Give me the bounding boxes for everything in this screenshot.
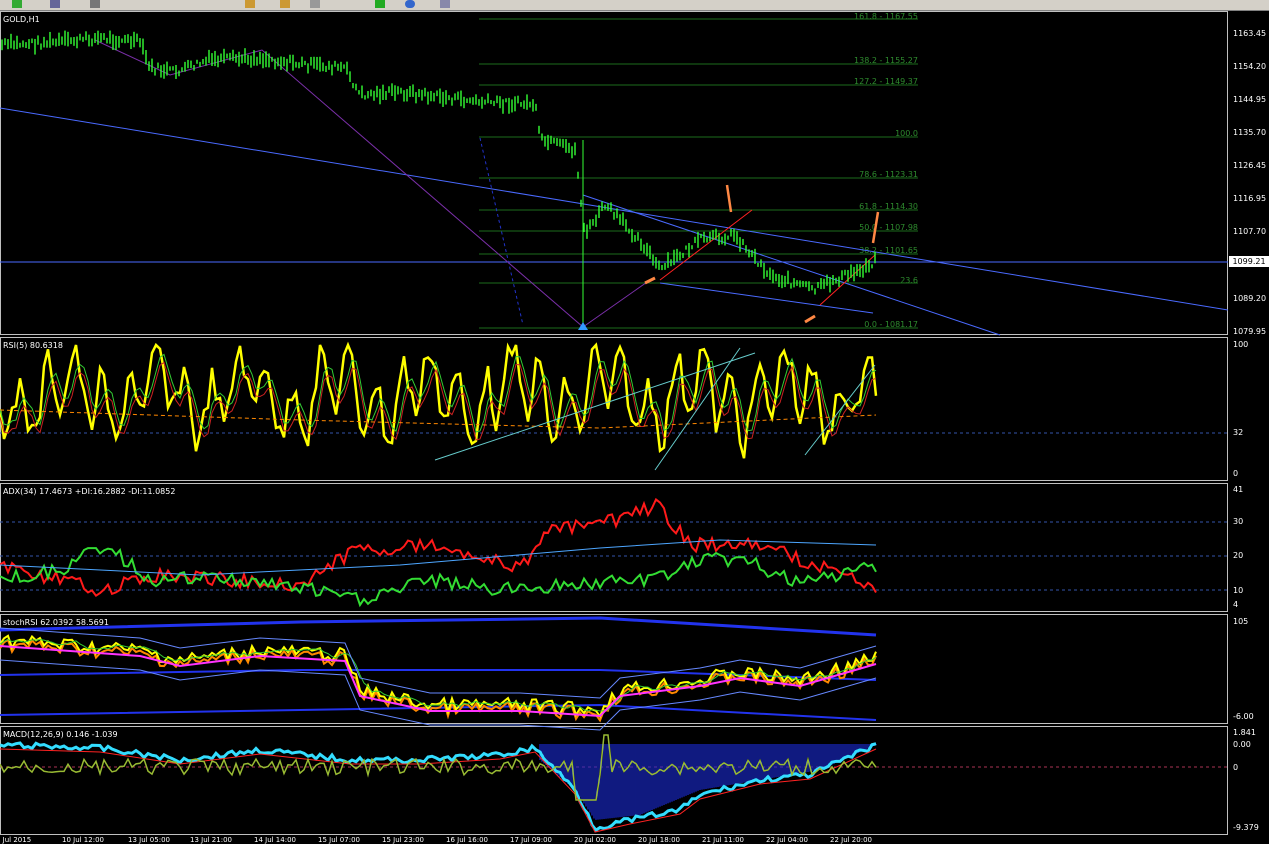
macd-scale-tick-label: 0 (1233, 763, 1239, 772)
signal-arrow (871, 211, 880, 244)
price-scale-tick-label: 1126.45 (1233, 161, 1267, 170)
adx-scale-tick-label: 20 (1233, 551, 1244, 560)
rsi-slow-line (0, 409, 877, 429)
adx-scale-tick-label: 4 (1233, 600, 1239, 609)
macd-scale: 1.841 0.00 0 -9.379 (1229, 726, 1269, 835)
trendline (582, 194, 1001, 336)
price-scale-tick-label: 1135.70 (1233, 128, 1267, 137)
adx-scale-tick-label: 30 (1233, 517, 1244, 526)
rsi-trendline (434, 352, 756, 461)
price-scale-tick-label: 1154.20 (1233, 62, 1267, 71)
time-axis-label: 20 Jul 18:00 (638, 836, 680, 844)
signal-up-arrow-icon (578, 322, 588, 330)
time-axis-label: 10 Jul 12:00 (62, 836, 104, 844)
time-axis-label: 20 Jul 02:00 (574, 836, 616, 844)
time-axis-label: 13 Jul 21:00 (190, 836, 232, 844)
price-scale-tick-label: 1107.70 (1233, 227, 1267, 236)
time-axis-label: 22 Jul 04:00 (766, 836, 808, 844)
time-axis-label: 15 Jul 07:00 (318, 836, 360, 844)
time-axis-label: 9 Jul 2015 (0, 836, 32, 844)
price-scale-tick-label: 1163.45 (1233, 29, 1267, 38)
chart-drawing-layer (0, 18, 1228, 833)
red-trendline (659, 209, 753, 281)
signal-arrow (644, 276, 656, 285)
rsi-scale-tick-label: 100 (1233, 340, 1249, 349)
stochrsi-scale-tick-label: 105 (1233, 617, 1249, 626)
signal-arrow (725, 184, 733, 213)
time-axis-label: 15 Jul 23:00 (382, 836, 424, 844)
time-axis-label: 16 Jul 16:00 (446, 836, 488, 844)
adx-scale-tick-label: 41 (1233, 485, 1244, 494)
macd-scale-tick-label: 0.00 (1233, 740, 1251, 749)
adx-scale: 41 30 20 10 4 (1229, 483, 1269, 612)
price-scale-tick-label: 1079.95 (1233, 327, 1267, 336)
macd-scale-tick-label: 1.841 (1233, 728, 1256, 737)
price-scale-tick-label: 1116.95 (1233, 194, 1267, 203)
stochrsi-upper-envelope (0, 627, 877, 699)
signal-arrow (804, 314, 816, 324)
zigzag-line (94, 39, 651, 328)
channel-line (659, 282, 874, 314)
price-scale-tick-label: 1144.95 (1233, 95, 1267, 104)
time-axis-label: 13 Jul 05:00 (128, 836, 170, 844)
stochrsi-upper-band (0, 616, 877, 637)
time-axis-label: 21 Jul 11:00 (702, 836, 744, 844)
time-axis-label: 14 Jul 14:00 (254, 836, 296, 844)
rsi-scale-tick-label: 0 (1233, 469, 1239, 478)
stochrsi-d-line (0, 638, 877, 723)
stochrsi-scale-tick-label: -6.00 (1233, 712, 1254, 721)
stochrsi-scale: 105 -6.00 (1229, 614, 1269, 724)
adx-scale-tick-label: 10 (1233, 586, 1244, 595)
time-axis: 9 Jul 2015 10 Jul 12:00 13 Jul 05:00 13 Jul… (0, 836, 1228, 844)
price-scale: 1163.45 1154.20 1144.95 1135.70 1126.45 1116.… (1229, 11, 1269, 336)
rsi-scale: 100 32 0 (1229, 337, 1269, 481)
current-price-badge: 1099.21 (1229, 256, 1269, 267)
price-scale-tick-label: 1089.20 (1233, 294, 1267, 303)
trendline (0, 107, 1228, 311)
rsi-scale-tick-label: 32 (1233, 428, 1244, 437)
time-axis-label: 22 Jul 20:00 (830, 836, 872, 844)
macd-scale-tick-label: -9.379 (1233, 823, 1259, 832)
time-axis-label: 17 Jul 09:00 (510, 836, 552, 844)
